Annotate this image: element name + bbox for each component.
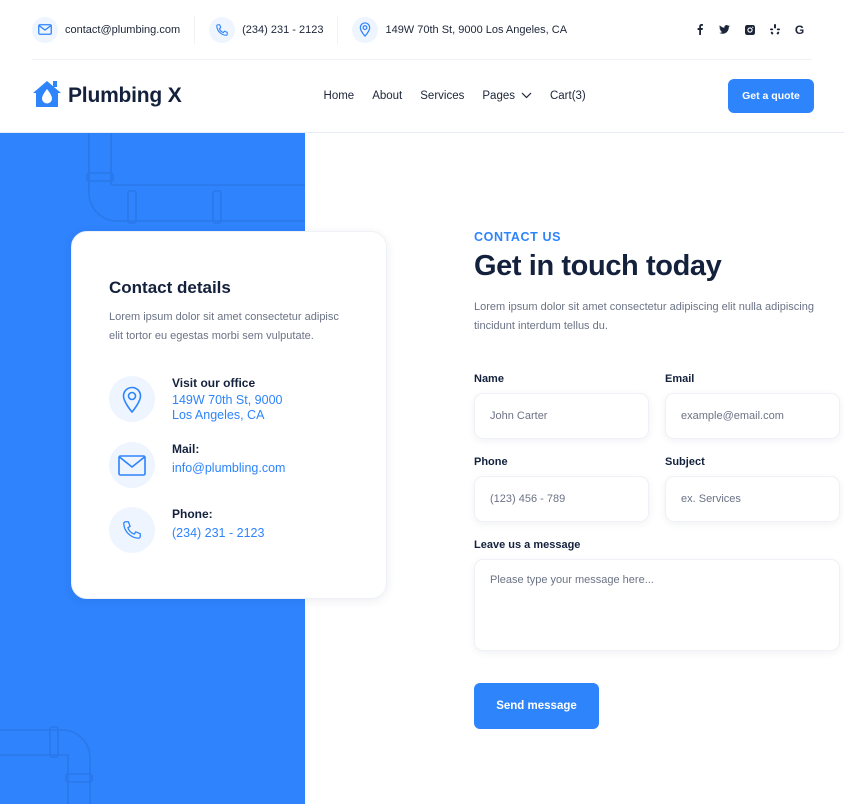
topbar-address[interactable]: 149W 70th St, 9000 Los Angeles, CA xyxy=(352,16,567,44)
chevron-down-icon xyxy=(521,90,532,102)
phone-icon xyxy=(109,507,155,553)
email-label: Email xyxy=(665,373,695,385)
nav-about[interactable]: About xyxy=(372,90,402,102)
mail-icon xyxy=(32,16,58,43)
page-title: Get in touch today xyxy=(474,250,722,282)
twitter-icon[interactable] xyxy=(712,20,737,40)
logo-house-drop-icon xyxy=(32,80,62,113)
detail-label: Visit our office xyxy=(172,376,256,390)
detail-mail-text: Mail: info@plumbling.com xyxy=(172,442,285,476)
phone-input[interactable] xyxy=(474,476,649,522)
message-textarea[interactable] xyxy=(474,559,840,651)
phone-icon xyxy=(209,16,236,43)
brand-name: Plumbing X xyxy=(68,84,182,107)
office-address-line2[interactable]: Los Angeles, CA xyxy=(172,408,283,423)
pipe-decoration-bottom xyxy=(0,726,93,804)
divider xyxy=(337,15,339,44)
detail-mail: Mail: info@plumbling.com xyxy=(109,442,349,488)
topbar-phone[interactable]: (234) 231 - 2123 xyxy=(209,16,323,44)
phone-link[interactable]: (234) 231 - 2123 xyxy=(172,526,264,541)
detail-label: Phone: xyxy=(172,507,213,521)
send-message-button[interactable]: Send message xyxy=(474,683,599,729)
message-label: Leave us a message xyxy=(474,539,581,551)
section-description: Lorem ipsum dolor sit amet consectetur a… xyxy=(474,301,814,332)
phone-label: Phone xyxy=(474,456,508,468)
top-info-bar: contact@plumbing.com (234) 231 - 2123 14… xyxy=(32,0,812,60)
mail-link[interactable]: info@plumbling.com xyxy=(172,461,285,476)
card-description: Lorem ipsum dolor sit amet consectetur a… xyxy=(109,311,339,342)
mail-icon xyxy=(109,442,155,488)
main-navbar: Plumbing X Home About Services Pages Car… xyxy=(32,60,814,132)
subject-input[interactable] xyxy=(665,476,840,522)
yelp-icon[interactable] xyxy=(762,20,787,40)
google-icon[interactable]: G xyxy=(787,20,812,40)
nav-cart[interactable]: Cart(3) xyxy=(550,90,586,102)
get-a-quote-button[interactable]: Get a quote xyxy=(728,79,814,113)
topbar-email-text: contact@plumbing.com xyxy=(65,23,181,36)
section-eyebrow: CONTACT US xyxy=(474,230,562,244)
divider xyxy=(194,15,196,44)
name-label: Name xyxy=(474,373,504,385)
location-pin-icon xyxy=(352,16,379,43)
subject-label: Subject xyxy=(665,456,705,468)
nav-pages[interactable]: Pages xyxy=(482,90,532,102)
name-input[interactable] xyxy=(474,393,649,439)
email-input[interactable] xyxy=(665,393,840,439)
nav-home[interactable]: Home xyxy=(324,90,355,102)
instagram-icon[interactable] xyxy=(737,20,762,40)
logo[interactable]: Plumbing X xyxy=(32,80,182,113)
topbar-address-text: 149W 70th St, 9000 Los Angeles, CA xyxy=(385,23,568,36)
facebook-icon[interactable] xyxy=(687,20,712,40)
nav-services[interactable]: Services xyxy=(420,90,464,102)
detail-office-text: Visit our office 149W 70th St, 9000 Los … xyxy=(172,376,283,423)
card-title: Contact details xyxy=(109,278,231,297)
detail-phone: Phone: (234) 231 - 2123 xyxy=(109,507,349,553)
detail-label: Mail: xyxy=(172,442,200,456)
location-pin-icon xyxy=(109,376,155,422)
nav-menu: Home About Services Pages Cart(3) xyxy=(324,90,604,102)
social-links: G xyxy=(687,20,812,40)
topbar-phone-text: (234) 231 - 2123 xyxy=(242,23,324,36)
topbar-email[interactable]: contact@plumbing.com xyxy=(32,16,180,44)
contact-details-card: Contact details Lorem ipsum dolor sit am… xyxy=(71,231,387,599)
detail-office: Visit our office 149W 70th St, 9000 Los … xyxy=(109,376,349,423)
detail-phone-text: Phone: (234) 231 - 2123 xyxy=(172,507,264,541)
nav-pages-label: Pages xyxy=(482,90,515,102)
office-address-line1[interactable]: 149W 70th St, 9000 xyxy=(172,393,283,408)
pipe-decoration-top xyxy=(86,133,305,224)
